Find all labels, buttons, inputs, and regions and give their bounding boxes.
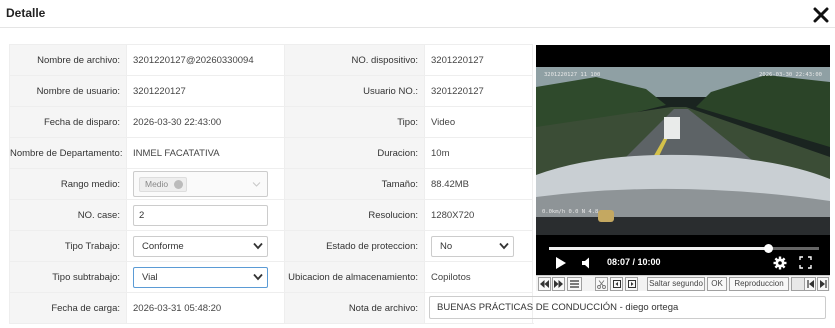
value-nombre-usuario: 3201220127 xyxy=(126,75,285,107)
play-icon[interactable] xyxy=(555,256,567,270)
value-nombre-archivo: 3201220127@20260330094 xyxy=(126,44,285,76)
label-fecha-disparo: Fecha de disparo: xyxy=(9,106,127,138)
value-tipo: Video xyxy=(424,106,533,138)
osd-speed: 0.0km/h 0.0 N 4.8 xyxy=(542,209,599,215)
playback-button[interactable]: Reproduccion xyxy=(729,277,789,291)
tag-remove-icon[interactable] xyxy=(174,180,184,189)
estado-proteccion-value: No xyxy=(440,240,453,252)
gear-icon[interactable] xyxy=(773,256,787,270)
form-row: Nombre de Departamento: INMEL FACATATIVA… xyxy=(9,137,533,169)
skip-start-icon[interactable] xyxy=(804,277,816,291)
video-progress-fill xyxy=(549,247,768,250)
no-case-input[interactable]: 2 xyxy=(133,204,268,226)
video-player[interactable]: 3201220127 11 100 2026-03-30 22:43:00 0.… xyxy=(536,45,830,291)
value-duracion: 10m xyxy=(424,137,533,169)
video-time: 08:07 / 10:00 xyxy=(607,257,661,267)
form-row: Fecha de disparo: 2026-03-30 22:43:00 Ti… xyxy=(9,106,533,138)
chevron-down-icon xyxy=(253,242,263,249)
label-estado-proteccion: Estado de proteccion: xyxy=(284,230,425,262)
volume-icon[interactable] xyxy=(580,256,594,270)
label-nombre-usuario: Nombre de usuario: xyxy=(9,75,127,107)
osd-device-info: 3201220127 11 100 xyxy=(544,72,601,78)
list-icon[interactable] xyxy=(567,277,582,291)
label-tipo-subtrabajo: Tipo subtrabajo: xyxy=(9,261,127,293)
label-resolucion: Resolucion: xyxy=(284,199,425,231)
label-tipo-trabajo: Tipo Trabajo: xyxy=(9,230,127,262)
dialog-title: Detalle xyxy=(6,6,46,20)
value-fecha-disparo: 2026-03-30 22:43:00 xyxy=(126,106,285,138)
chevron-down-icon xyxy=(499,242,509,249)
skip-seconds-input[interactable]: Saltar segundo xyxy=(647,277,705,291)
player-toolbar: Saltar segundo OK Reproduccion xyxy=(536,275,830,291)
frame-forward-icon[interactable] xyxy=(625,277,638,291)
form-row: Nombre de usuario: 3201220127 Usuario NO… xyxy=(9,75,533,107)
label-rango-medio: Rango medio: xyxy=(9,168,127,200)
label-nota-archivo: Nota de archivo: xyxy=(284,292,425,324)
ok-button[interactable]: OK xyxy=(707,277,727,291)
label-usuario-no: Usuario NO.: xyxy=(284,75,425,107)
cell-no-case: 2 xyxy=(126,199,285,231)
label-departamento: Nombre de Departamento: xyxy=(9,137,127,169)
close-icon[interactable] xyxy=(813,7,829,23)
scissors-icon[interactable] xyxy=(595,277,608,291)
cell-tipo-trabajo: Conforme xyxy=(126,230,285,262)
video-progress-bar[interactable] xyxy=(549,244,819,253)
form-row: Rango medio: Medio Tamaño: 88.42MB xyxy=(9,168,533,200)
rango-medio-tag-label: Medio xyxy=(145,179,169,189)
value-dispositivo: 3201220127 xyxy=(424,44,533,76)
cell-estado-proteccion: No xyxy=(424,230,533,262)
tipo-trabajo-select[interactable]: Conforme xyxy=(133,235,268,257)
value-departamento: INMEL FACATATIVA xyxy=(126,137,285,169)
label-fecha-carga: Fecha de carga: xyxy=(9,292,127,324)
label-no-case: NO. case: xyxy=(9,199,127,231)
value-usuario-no: 3201220127 xyxy=(424,75,533,107)
form-row: Tipo Trabajo: Conforme Estado de protecc… xyxy=(9,230,533,262)
value-fecha-carga: 2026-03-31 05:48:20 xyxy=(126,292,285,324)
label-duracion: Duracion: xyxy=(284,137,425,169)
value-resolucion: 1280X720 xyxy=(424,199,533,231)
cell-tipo-subtrabajo: Vial xyxy=(126,261,285,293)
frame-back-icon[interactable] xyxy=(610,277,623,291)
detail-form: Nombre de archivo: 3201220127@2026033009… xyxy=(9,44,826,324)
form-row: Nombre de archivo: 3201220127@2026033009… xyxy=(9,44,533,76)
label-ubicacion: Ubicacion de almacenamiento: xyxy=(284,261,425,293)
fullscreen-icon[interactable] xyxy=(799,256,812,269)
fast-forward-icon[interactable] xyxy=(552,277,565,291)
skip-end-icon[interactable] xyxy=(817,277,829,291)
label-dispositivo: NO. dispositivo: xyxy=(284,44,425,76)
tipo-subtrabajo-value: Vial xyxy=(142,271,158,283)
tipo-trabajo-value: Conforme xyxy=(142,240,184,252)
label-tipo: Tipo: xyxy=(284,106,425,138)
tipo-subtrabajo-select[interactable]: Vial xyxy=(133,266,268,288)
form-row: Tipo subtrabajo: Vial Ubicacion de almac… xyxy=(9,261,533,293)
label-tamano: Tamaño: xyxy=(284,168,425,200)
estado-proteccion-select[interactable]: No xyxy=(431,235,514,257)
toolbar-spacer xyxy=(791,277,805,291)
dialog-header: Detalle xyxy=(0,0,835,28)
form-row: NO. case: 2 Resolucion: 1280X720 xyxy=(9,199,533,231)
rango-medio-tag: Medio xyxy=(139,177,188,192)
value-ubicacion: Copilotos xyxy=(424,261,533,293)
video-progress-handle[interactable] xyxy=(763,244,773,253)
chevron-down-icon xyxy=(253,273,263,280)
label-nombre-archivo: Nombre de archivo: xyxy=(9,44,127,76)
cell-rango-medio: Medio xyxy=(126,168,285,200)
chevron-down-icon xyxy=(252,182,261,187)
nota-archivo-input[interactable]: BUENAS PRÁCTICAS DE CONDUCCIÓN - diego o… xyxy=(429,296,826,319)
osd-timestamp: 2026-03-30 22:43:00 xyxy=(759,72,822,78)
rango-medio-multiselect[interactable]: Medio xyxy=(133,171,268,197)
rewind-icon[interactable] xyxy=(538,277,551,291)
value-tamano: 88.42MB xyxy=(424,168,533,200)
